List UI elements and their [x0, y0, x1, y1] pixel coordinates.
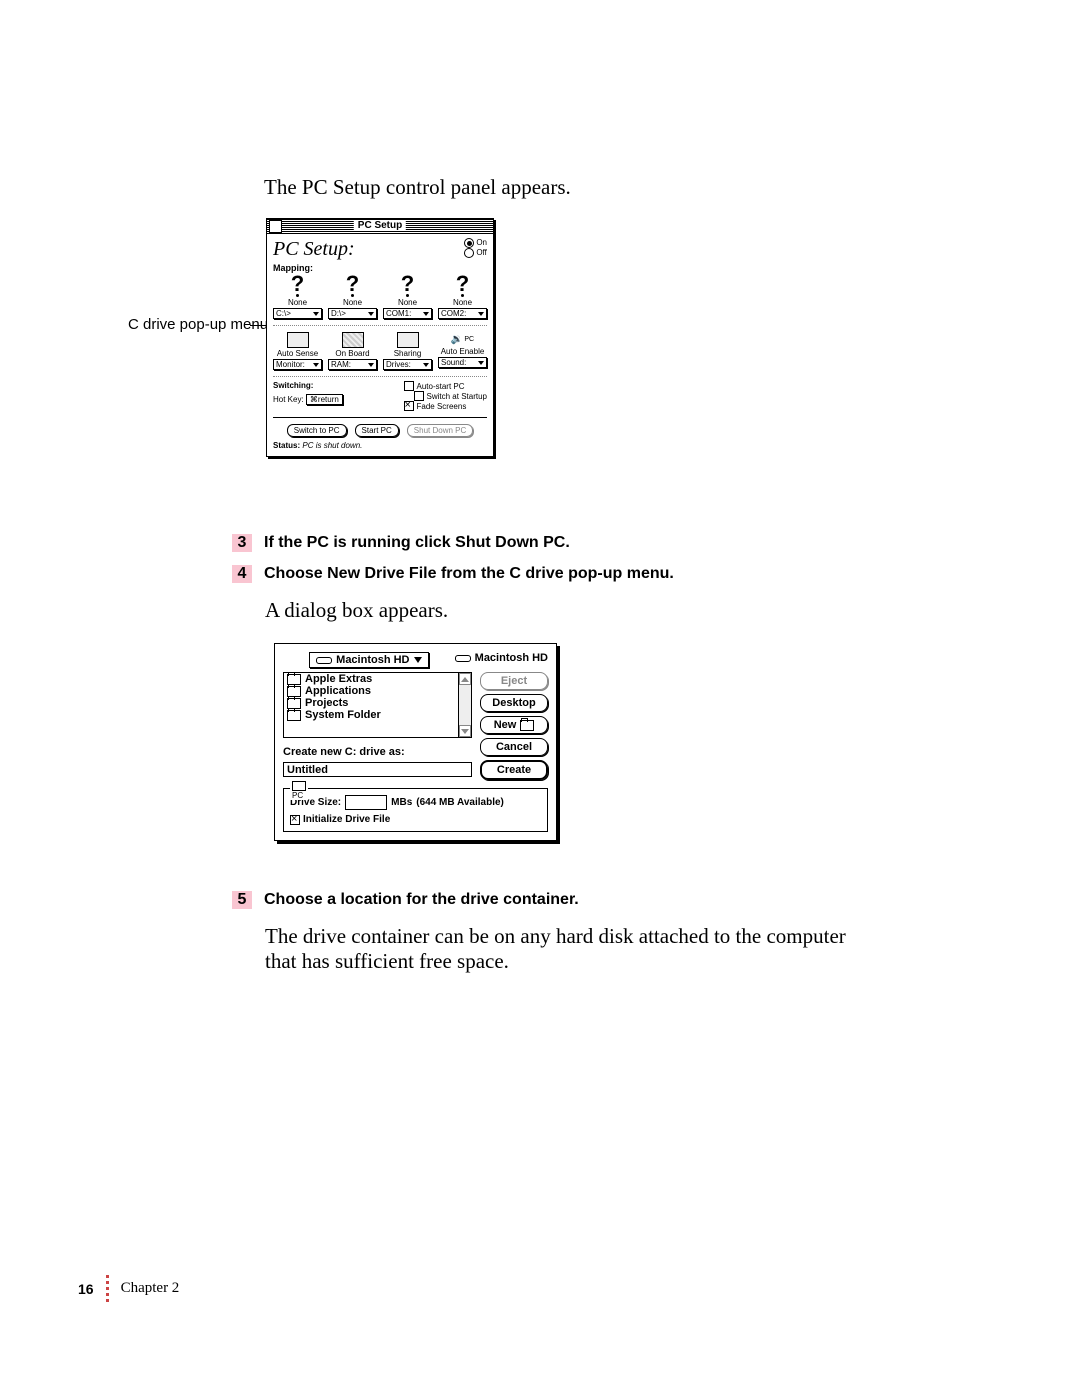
step-5: 5 Choose a location for the drive contain…: [232, 891, 579, 909]
c-drive-callout: C drive pop-up menu: [128, 316, 268, 333]
pc-setup-titlebar: PC Setup: [267, 219, 493, 234]
disk-icon: [455, 655, 471, 662]
question-mark-icon: ?: [456, 275, 469, 293]
none-label: None: [343, 298, 362, 307]
footer-dots-icon: [106, 1275, 109, 1302]
page-footer: 16 Chapter 2: [78, 1275, 179, 1302]
d-drive-popup[interactable]: D:\>: [328, 308, 377, 319]
none-label: None: [288, 298, 307, 307]
monitor-icon: [287, 332, 309, 348]
create-button[interactable]: Create: [480, 760, 548, 780]
status-line: Status: PC is shut down.: [273, 441, 487, 450]
onboard-label: On Board: [335, 349, 369, 358]
auto-start-checkbox[interactable]: Auto-start PC: [404, 381, 487, 391]
none-label: None: [453, 298, 472, 307]
ram-popup[interactable]: RAM:: [328, 359, 377, 370]
list-item[interactable]: Applications: [284, 685, 471, 697]
step-3: 3 If the PC is running click Shut Down PC…: [232, 534, 570, 552]
speaker-pc-icon: 🔉PC: [451, 332, 474, 346]
hotkey-field[interactable]: ⌘return: [306, 394, 343, 405]
list-item[interactable]: Projects: [284, 697, 471, 709]
available-label: (644 MB Available): [416, 797, 504, 808]
chevron-down-icon: [414, 657, 422, 663]
file-list[interactable]: Apple Extras Applications Projects Syste…: [283, 672, 472, 738]
none-label: None: [398, 298, 417, 307]
initialize-checkbox[interactable]: Initialize Drive File: [290, 814, 541, 825]
switch-startup-checkbox[interactable]: Switch at Startup: [414, 391, 487, 401]
window-title: PC Setup: [354, 220, 406, 231]
cancel-button[interactable]: Cancel: [480, 738, 548, 756]
step-4-number: 4: [232, 565, 252, 583]
scroll-up-arrow[interactable]: [459, 673, 471, 685]
sharing-icon: [397, 332, 419, 348]
intro-text: The PC Setup control panel appears.: [264, 175, 571, 200]
switching-label: Switching:: [273, 381, 343, 390]
mapping-label: Mapping:: [273, 263, 487, 273]
directory-popup[interactable]: Macintosh HD: [309, 652, 428, 668]
step-3-text: If the PC is running click Shut Down PC.: [264, 534, 570, 551]
step-4: 4 Choose New Drive File from the C drive …: [232, 565, 674, 583]
switch-to-pc-button[interactable]: Switch to PC: [287, 424, 347, 437]
mapping-row: ? None C:\> ? None D:\> ? None COM1: ? N…: [273, 275, 487, 326]
folder-icon: [520, 720, 534, 731]
scroll-down-arrow[interactable]: [459, 725, 471, 737]
panel-title: PC Setup:: [273, 238, 355, 261]
step-3-number: 3: [232, 534, 252, 552]
hotkey-label: Hot Key:: [273, 395, 304, 404]
folder-icon: [287, 710, 301, 721]
volume-name: Macintosh HD: [455, 652, 548, 664]
drives-popup[interactable]: Drives:: [383, 359, 432, 370]
desktop-button[interactable]: Desktop: [480, 694, 548, 712]
start-pc-button[interactable]: Start PC: [355, 424, 399, 437]
filename-input[interactable]: Untitled: [283, 762, 472, 777]
pc-icon: PC: [290, 781, 308, 800]
settings-row: Auto Sense Monitor: On Board RAM: Sharin…: [273, 332, 487, 377]
save-dialog: Macintosh HD Macintosh HD Apple Extras A…: [274, 643, 557, 841]
pc-setup-window: PC Setup PC Setup: On Off Mapping: ? Non…: [266, 218, 494, 457]
list-item[interactable]: System Folder: [284, 709, 471, 721]
eject-button[interactable]: Eject: [480, 672, 548, 690]
shut-down-pc-button[interactable]: Shut Down PC: [407, 424, 473, 437]
drive-size-input[interactable]: [345, 795, 387, 810]
sound-popup[interactable]: Sound:: [438, 357, 487, 368]
fade-screens-checkbox[interactable]: Fade Screens: [404, 401, 487, 411]
list-item[interactable]: Apple Extras: [284, 673, 471, 685]
question-mark-icon: ?: [346, 275, 359, 293]
ram-icon: [342, 332, 364, 348]
question-mark-icon: ?: [291, 275, 304, 293]
step-5-number: 5: [232, 891, 252, 909]
step-4-body: A dialog box appears.: [265, 598, 448, 623]
page-number: 16: [78, 1281, 94, 1297]
question-mark-icon: ?: [401, 275, 414, 293]
close-box[interactable]: [269, 220, 282, 233]
pc-drive-frame: PC Drive Size: MBs (644 MB Available) In…: [283, 788, 548, 832]
off-label: Off: [476, 248, 487, 258]
on-radio[interactable]: On: [464, 238, 487, 248]
off-radio[interactable]: Off: [464, 248, 487, 258]
com1-popup[interactable]: COM1:: [383, 308, 432, 319]
step-5-text: Choose a location for the drive containe…: [264, 891, 579, 908]
step-5-body: The drive container can be on any hard d…: [265, 924, 865, 974]
monitor-popup[interactable]: Monitor:: [273, 359, 322, 370]
autosense-label: Auto Sense: [277, 349, 318, 358]
list-scrollbar[interactable]: [458, 673, 471, 737]
com2-popup[interactable]: COM2:: [438, 308, 487, 319]
chapter-label: Chapter 2: [121, 1280, 180, 1297]
autoenable-label: Auto Enable: [441, 347, 485, 356]
step-4-text: Choose New Drive File from the C drive p…: [264, 565, 674, 582]
disk-icon: [316, 657, 332, 664]
on-label: On: [476, 238, 487, 248]
sharing-label: Sharing: [394, 349, 422, 358]
c-drive-popup[interactable]: C:\>: [273, 308, 322, 319]
new-folder-button[interactable]: New: [480, 716, 548, 734]
mbs-label: MBs: [391, 797, 412, 808]
